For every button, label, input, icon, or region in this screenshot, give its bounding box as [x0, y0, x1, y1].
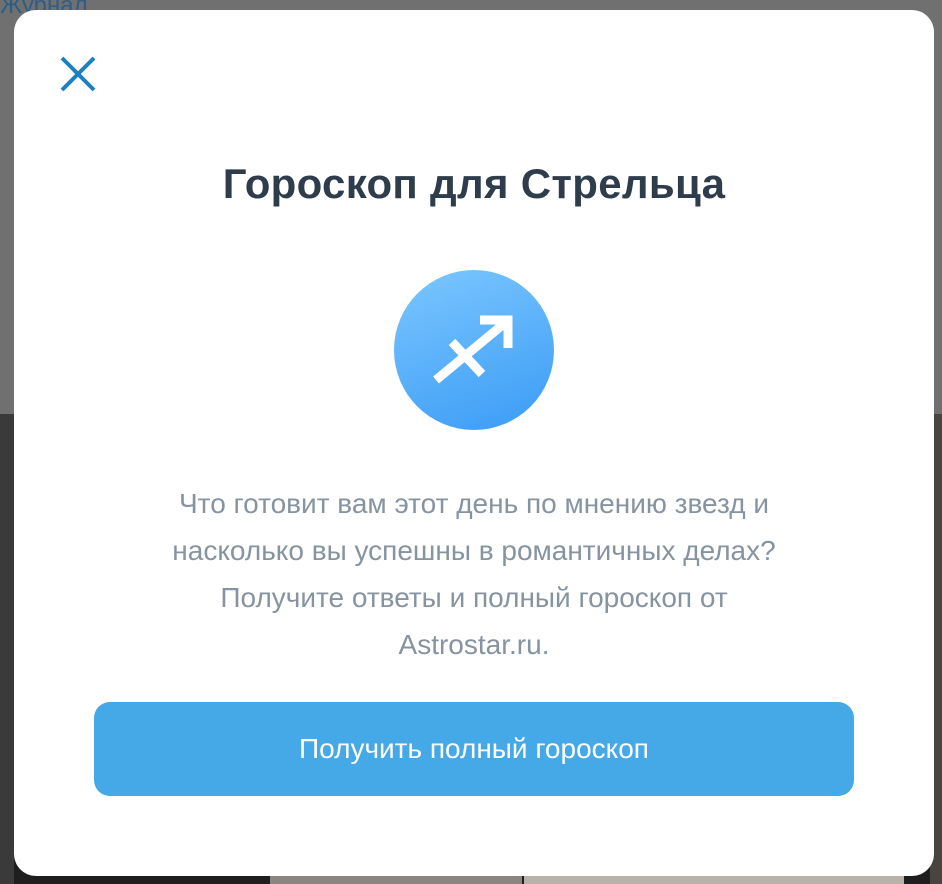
modal-description: Что готовит вам этот день по мнению звез…: [74, 480, 874, 668]
zodiac-sign-badge: [394, 270, 554, 430]
get-full-horoscope-button[interactable]: Получить полный гороскоп: [94, 702, 854, 796]
close-icon: [56, 52, 100, 96]
modal-title: Гороскоп для Стрельца: [222, 160, 726, 207]
backdrop-image-left: [0, 414, 14, 884]
description-line: насколько вы успешны в романтичных делах…: [172, 535, 776, 566]
description-line: Astrostar.ru.: [398, 629, 550, 660]
close-button[interactable]: [56, 52, 100, 96]
description-line: Что готовит вам этот день по мнению звез…: [179, 488, 769, 519]
description-line: Получите ответы и полный гороскоп от: [220, 582, 728, 613]
horoscope-modal: Гороскоп для Стрельца Что готовит вам эт…: [14, 10, 934, 876]
